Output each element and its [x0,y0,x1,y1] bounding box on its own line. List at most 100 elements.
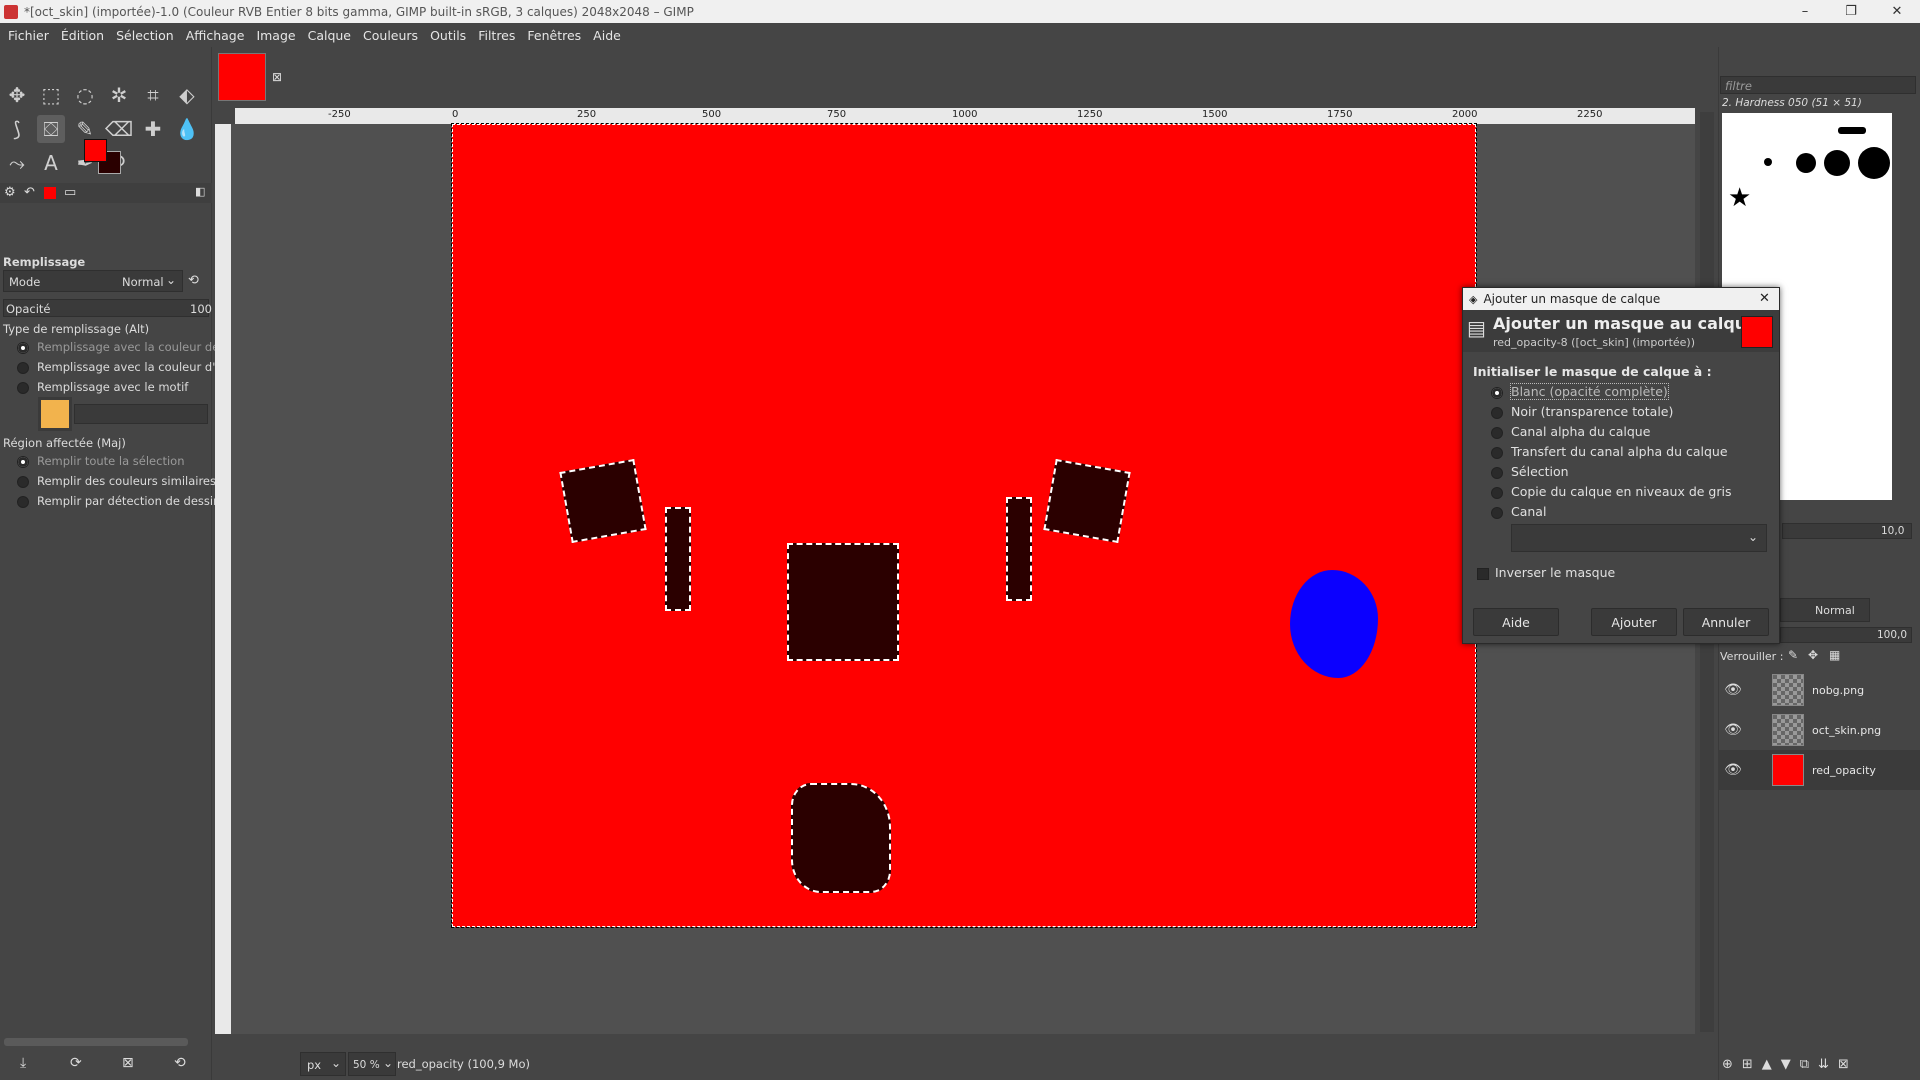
text-tool-icon[interactable]: A [37,149,65,177]
checkbox-box[interactable] [1477,567,1489,580]
warp-tool-icon[interactable]: ⟆ [3,115,31,143]
menu-affichage[interactable]: Affichage [186,28,245,43]
radio-region-lineart[interactable] [17,495,29,508]
radio-grayscale[interactable] [1491,486,1503,499]
radio-channel[interactable] [1491,506,1503,519]
lock-pixels-icon[interactable]: ✎ [1788,648,1798,662]
menu-fenetres[interactable]: Fenêtres [527,28,581,43]
option-layer-alpha[interactable]: Canal alpha du calque [1491,424,1650,439]
menu-aide[interactable]: Aide [593,28,621,43]
mode-select[interactable]: Mode Normal ⌄ [3,270,183,292]
layer-mode-select[interactable]: Normal [1780,598,1870,622]
panel-menu-icon[interactable]: ◧ [195,185,205,198]
pattern-swatch[interactable] [38,397,72,431]
minimize-button[interactable]: – [1782,0,1828,23]
invert-mask-checkbox[interactable]: Inverser le masque [1477,565,1615,580]
foreground-color-swatch-front[interactable] [84,139,107,162]
radio-transfer-alpha[interactable] [1491,446,1503,459]
radio-region-similar[interactable] [17,475,29,488]
paths-tool-icon[interactable]: ⤳ [3,149,31,177]
image-tab-thumbnail[interactable] [218,53,266,101]
option-grayscale-copy[interactable]: Copie du calque en niveaux de gris [1491,484,1731,499]
horizontal-scrollbar[interactable] [231,1034,1695,1048]
brush-spacing-field[interactable]: 10,0 [1782,523,1912,539]
heal-tool-icon[interactable]: ✚ [139,115,167,143]
menu-couleurs[interactable]: Couleurs [363,28,418,43]
unit-select[interactable]: px ⌄ [300,1052,346,1076]
menu-selection[interactable]: Sélection [116,28,174,43]
layer-actions-toolbar[interactable]: ⊕⊞▲▼⧉⇊⊠ [1722,1057,1858,1072]
reset-mode-icon[interactable]: ⟲ [188,273,199,288]
dialog-close-icon[interactable]: ✕ [1759,291,1770,306]
option-black-full-transparency[interactable]: Noir (transparence totale) [1491,404,1673,419]
close-window-button[interactable]: ✕ [1874,0,1920,23]
layer-row-active[interactable]: 👁 red_opacity [1718,750,1920,790]
radio-alpha[interactable] [1491,426,1503,439]
menu-filtres[interactable]: Filtres [478,28,515,43]
tool-options-tab-icon[interactable]: ⚙ [4,185,16,200]
opacity-slider[interactable]: Opacité 100 [3,299,212,317]
option-selection[interactable]: Sélection [1491,464,1569,479]
menu-calque[interactable]: Calque [308,28,351,43]
radio-fill-fg[interactable] [17,341,29,354]
fill-type-pattern[interactable]: Remplissage avec le motif [17,380,188,394]
region-whole-selection[interactable]: Remplir toute la sélection [17,454,184,468]
layer-row[interactable]: 👁 oct_skin.png [1718,710,1920,750]
undo-history-tab-icon[interactable]: ↶ [24,185,35,200]
brush-preset[interactable] [1796,153,1816,173]
smudge-tool-icon[interactable]: 💧 [173,115,201,143]
image-canvas[interactable] [451,123,1477,928]
lock-position-icon[interactable]: ✥ [1808,648,1818,662]
lock-alpha-icon[interactable]: ▦ [1829,648,1840,662]
crop-tool-icon[interactable]: ⌗ [139,81,167,109]
images-tab-icon[interactable]: ▭ [64,185,76,200]
reset-options-icon[interactable]: ⟲ [174,1055,186,1071]
toolbox-scrollbar[interactable] [4,1038,188,1046]
radio-black[interactable] [1491,406,1503,419]
region-similar-colors[interactable]: Remplir des couleurs similaires [17,474,216,488]
radio-selection[interactable] [1491,466,1503,479]
maximize-button[interactable]: ❐ [1828,0,1874,23]
radio-fill-pattern[interactable] [17,381,29,394]
save-options-icon[interactable]: ⤓ [20,1055,26,1071]
option-transfer-alpha[interactable]: Transfert du canal alpha du calque [1491,444,1728,459]
channel-select[interactable]: ⌄ [1511,524,1767,552]
menu-outils[interactable]: Outils [430,28,466,43]
close-image-tab-icon[interactable]: ⊠ [272,70,282,84]
layer-row[interactable]: 👁 nobg.png [1718,670,1920,710]
eraser-tool-icon[interactable]: ⌫ [105,115,133,143]
radio-region-whole[interactable] [17,455,29,468]
colors-tab-icon[interactable] [44,187,56,199]
transform-tool-icon[interactable]: ⬖ [173,81,201,109]
help-button[interactable]: Aide [1473,608,1559,636]
fuzzy-select-tool-icon[interactable]: ✲ [105,81,133,109]
radio-fill-bg[interactable] [17,361,29,374]
pattern-name-field[interactable] [74,404,208,424]
brush-preset[interactable] [1824,150,1850,176]
radio-white[interactable] [1491,386,1503,399]
bucket-fill-tool-icon[interactable]: ⛋ [37,115,65,143]
brush-filter-input[interactable]: filtre [1720,76,1916,94]
eye-icon[interactable]: 👁 [1718,762,1748,778]
add-button[interactable]: Ajouter [1591,608,1677,636]
brush-preset[interactable] [1858,147,1890,179]
menu-edition[interactable]: Édition [61,28,104,43]
delete-options-icon[interactable]: ⊠ [122,1055,134,1071]
zoom-select[interactable]: 50 % ⌄ [348,1052,396,1076]
region-line-art[interactable]: Remplir par détection de dessin au [17,494,238,508]
star-brush-icon[interactable]: ★ [1728,183,1751,213]
fill-type-fg[interactable]: Remplissage avec la couleur de PP [17,340,237,354]
layer-opacity-field[interactable]: 100,0 [1780,627,1912,643]
eye-icon[interactable]: 👁 [1718,722,1748,738]
eye-icon[interactable]: 👁 [1718,682,1748,698]
brush-preset[interactable] [1838,127,1866,134]
brush-preset[interactable] [1764,158,1772,166]
option-white-full-opacity[interactable]: Blanc (opacité complète) [1491,383,1669,400]
rect-select-tool-icon[interactable]: ⬚ [37,81,65,109]
cancel-button[interactable]: Annuler [1683,608,1769,636]
restore-options-icon[interactable]: ⟳ [70,1055,82,1071]
move-tool-icon[interactable]: ✥ [3,81,31,109]
option-channel[interactable]: Canal [1491,504,1546,519]
fill-type-bg[interactable]: Remplissage avec la couleur d'AP [17,360,230,374]
lasso-tool-icon[interactable]: ◌ [71,81,99,109]
